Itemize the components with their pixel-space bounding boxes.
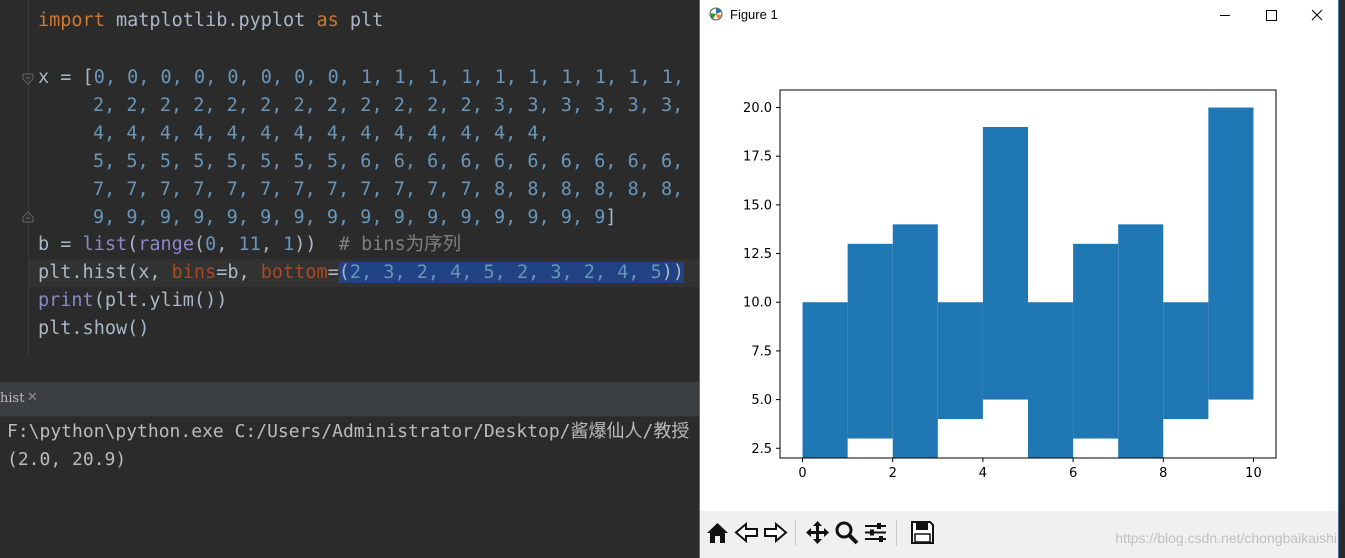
histogram-bar (982, 126, 1028, 400)
figure-title: Figure 1 (730, 7, 778, 22)
zoom-icon[interactable] (833, 519, 860, 546)
fold-close-icon[interactable] (22, 211, 34, 223)
forward-icon[interactable] (762, 519, 789, 546)
code-line-x-2: 2, 2, 2, 2, 2, 2, 2, 2, 2, 2, 2, 2, 3, 3… (93, 95, 684, 116)
histogram-bar (1118, 224, 1164, 458)
toolbar-separator (795, 520, 796, 546)
x-tick-label: 0 (798, 466, 806, 481)
text-selection: (2, 3, 2, 4, 5, 2, 3, 2, 4, 5)) (338, 262, 685, 283)
watermark-text: https://blog.csdn.net/chongbaikaishi (1115, 530, 1337, 546)
y-tick-label: 10.0 (743, 296, 772, 311)
home-icon[interactable] (704, 519, 731, 546)
console-line-command: F:\python\python.exe C:/Users/Administra… (7, 421, 690, 442)
histogram-bar (1163, 302, 1209, 420)
histogram-bar (937, 302, 983, 420)
code-editor[interactable]: import matplotlib.pyplot as plt x = [0, … (0, 0, 699, 355)
run-panel: hist ✕ F:\python\python.exe C:/Users/Adm… (0, 355, 699, 558)
x-tick-label: 4 (979, 466, 987, 481)
histogram-bar (892, 224, 938, 458)
code-line-x-3: 4, 4, 4, 4, 4, 4, 4, 4, 4, 4, 4, 4, 4, 4… (93, 123, 550, 144)
histogram-bar (802, 302, 848, 458)
histogram-bar (847, 243, 893, 439)
pan-icon[interactable] (804, 519, 831, 546)
y-tick-label: 20.0 (743, 101, 772, 116)
save-icon[interactable] (909, 519, 936, 546)
code-line-x-5: 7, 7, 7, 7, 7, 7, 7, 7, 7, 7, 7, 7, 8, 8… (93, 179, 684, 200)
histogram-bar (1208, 107, 1254, 400)
code-line-x: x = [0, 0, 0, 0, 0, 0, 0, 0, 1, 1, 1, 1,… (38, 67, 685, 88)
figure-window: Figure 1 0 2 4 6 8 10 2.5 5.0 7.5 10.0 12.5 15.0 17.… (699, 0, 1339, 558)
x-tick-label: 8 (1159, 466, 1167, 481)
x-tick-label: 2 (889, 466, 897, 481)
toolbar-separator (896, 520, 897, 546)
configure-icon[interactable] (862, 519, 889, 546)
maximize-icon[interactable] (1248, 0, 1294, 31)
histogram-bar (1028, 302, 1074, 458)
minimize-icon[interactable] (1202, 0, 1248, 31)
histogram-bar (1073, 243, 1119, 439)
y-tick-label: 2.5 (751, 442, 772, 457)
y-tick-label: 12.5 (743, 247, 772, 262)
fold-open-icon[interactable] (22, 73, 34, 85)
code-line-bins: b = list(range(0, 11, 1)) # bins为序列 (38, 234, 462, 255)
x-tick-label: 10 (1245, 466, 1262, 481)
close-window-icon[interactable] (1294, 0, 1340, 31)
code-line-import: import matplotlib.pyplot as plt (38, 10, 384, 31)
code-line-x-6: 9, 9, 9, 9, 9, 9, 9, 9, 9, 9, 9, 9, 9, 9… (93, 207, 617, 228)
code-line-show: plt.show() (38, 318, 150, 339)
y-tick-label: 5.0 (751, 393, 772, 408)
run-tab-bar: hist ✕ (0, 382, 699, 417)
matplotlib-logo-icon (709, 7, 723, 21)
y-tick-label: 15.0 (743, 198, 772, 213)
gutter-divider (28, 0, 29, 355)
y-tick-label: 17.5 (743, 150, 772, 165)
histogram-plot: 0 2 4 6 8 10 2.5 5.0 7.5 10.0 12.5 15.0 17.5 20.0 (743, 89, 1277, 481)
figure-title-bar: Figure 1 (700, 0, 1338, 31)
code-line-print: print(plt.ylim()) (38, 290, 228, 311)
code-line-x-4: 5, 5, 5, 5, 5, 5, 5, 5, 6, 6, 6, 6, 6, 6… (93, 151, 684, 172)
back-icon[interactable] (733, 519, 760, 546)
run-tab-hist[interactable]: hist (0, 390, 24, 408)
console-line-output: (2.0, 20.9) (7, 449, 127, 470)
y-tick-label: 7.5 (751, 344, 772, 359)
x-tick-label: 6 (1069, 466, 1077, 481)
code-line-hist: plt.hist(x, bins=b, bottom=(2, 3, 2, 4, … (38, 262, 685, 283)
close-icon[interactable]: ✕ (27, 390, 38, 405)
